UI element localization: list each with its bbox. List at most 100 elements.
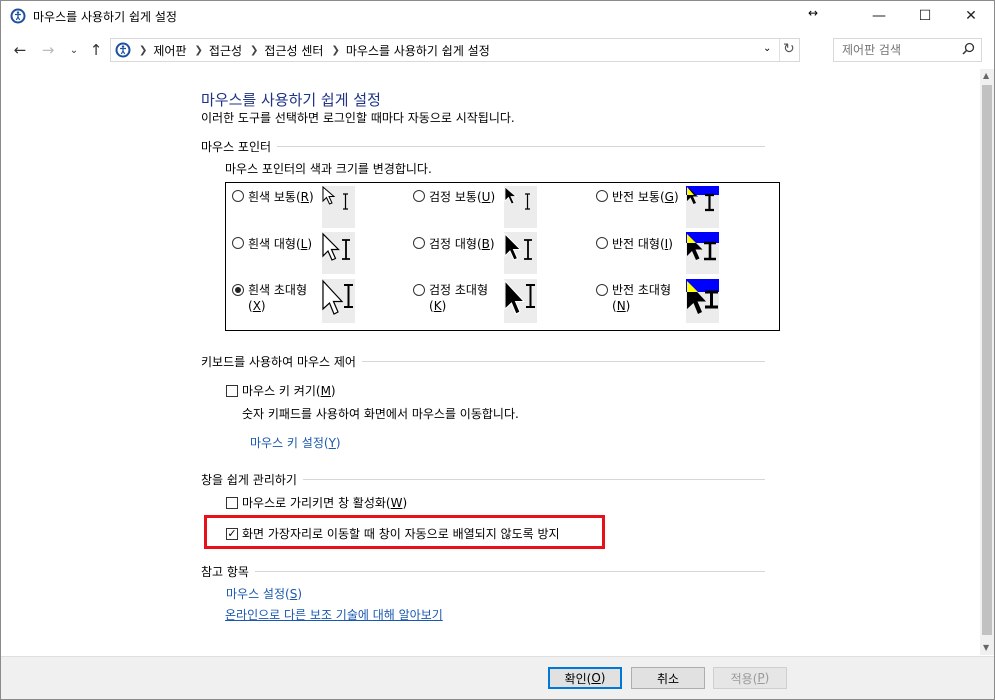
- section-divider: [302, 479, 765, 480]
- search-input[interactable]: [842, 42, 957, 58]
- checkbox-label: 마우스로 가리키면 창 활성화(W): [242, 496, 408, 510]
- radio-black-large[interactable]: 검정 대형(B): [413, 235, 495, 252]
- dialog-footer: 확인(O) 취소 적용(P): [1, 656, 994, 699]
- up-button[interactable]: ↑: [85, 39, 107, 61]
- radio-button-selected[interactable]: [232, 284, 244, 296]
- forward-button[interactable]: →: [37, 39, 59, 61]
- maximize-icon: ☐: [918, 8, 932, 24]
- checkbox[interactable]: [226, 496, 238, 509]
- radio-label: 흰색 보통(R): [248, 190, 314, 204]
- window-section-title: 창을 쉽게 관리하기: [201, 473, 297, 487]
- radio-button[interactable]: [232, 190, 244, 202]
- keyboard-section-header: 키보드를 사용하여 마우스 제어: [201, 353, 765, 370]
- white-extra-large-preview: [322, 279, 355, 323]
- scroll-down-icon[interactable]: ▼: [983, 643, 989, 652]
- inverted-regular-preview: [686, 186, 719, 228]
- radio-black-regular[interactable]: 검정 보통(U): [413, 188, 495, 205]
- keyboard-section-title: 키보드를 사용하여 마우스 제어: [201, 355, 356, 369]
- mouse-settings-link[interactable]: 마우스 설정(S): [226, 585, 302, 602]
- radio-button[interactable]: [232, 237, 244, 249]
- cancel-button[interactable]: 취소: [631, 667, 705, 689]
- black-regular-preview: [504, 186, 537, 228]
- see-also-title: 참고 항목: [201, 565, 249, 579]
- radio-label: 반전 대형(I): [612, 237, 673, 251]
- search-icon[interactable]: [962, 42, 975, 58]
- black-large-preview: [504, 232, 537, 274]
- prevent-arrange-checkbox[interactable]: ✓ 화면 가장자리로 이동할 때 창이 자동으로 배열되지 않도록 방지: [226, 525, 560, 542]
- breadcrumb-accessibility[interactable]: 접근성: [209, 42, 242, 59]
- black-extra-large-preview: [504, 279, 537, 323]
- radio-inverted-regular[interactable]: 반전 보통(G): [596, 188, 679, 205]
- radio-white-large[interactable]: 흰색 대형(L): [232, 235, 312, 252]
- address-dropdown-icon[interactable]: ⌄: [763, 43, 771, 54]
- window: 마우스를 사용하기 쉽게 설정 ↔ — ☐ ✕ ← → ⌄ ↑ ❯ 제어판 ❯ …: [0, 0, 995, 700]
- breadcrumb-current-page[interactable]: 마우스를 사용하기 쉽게 설정: [346, 42, 490, 59]
- radio-label: 검정 대형(B): [429, 237, 495, 251]
- mouse-keys-settings-link[interactable]: 마우스 키 설정(Y): [250, 434, 341, 451]
- control-panel-icon: [115, 42, 131, 58]
- scrollbar-thumb[interactable]: [982, 85, 992, 635]
- pointer-section-header: 마우스 포인터: [201, 138, 765, 155]
- breadcrumb-control-panel[interactable]: 제어판: [153, 42, 186, 59]
- scroll-up-icon[interactable]: ▲: [983, 71, 989, 80]
- arrow-left-icon: ←: [13, 41, 27, 59]
- radio-button[interactable]: [596, 284, 608, 296]
- breadcrumb-ease-of-access-center[interactable]: 접근성 센터: [264, 42, 323, 59]
- ok-button[interactable]: 확인(O): [548, 667, 622, 689]
- checkbox[interactable]: [226, 384, 238, 397]
- minimize-button[interactable]: —: [856, 1, 902, 31]
- refresh-icon[interactable]: ↻: [783, 41, 795, 57]
- see-also-section-header: 참고 항목: [201, 563, 765, 580]
- hover-activate-checkbox[interactable]: 마우스로 가리키면 창 활성화(W): [226, 494, 407, 511]
- mouse-keys-description: 숫자 키패드를 사용하여 화면에서 마우스를 이동합니다.: [242, 407, 519, 421]
- recent-locations-button[interactable]: ⌄: [63, 39, 85, 61]
- address-bar[interactable]: ❯ 제어판 ❯ 접근성 ❯ 접근성 센터 ❯ 마우스를 사용하기 쉽게 설정 ⌄…: [110, 38, 800, 62]
- minimize-icon: —: [872, 8, 886, 24]
- radio-button[interactable]: [413, 284, 425, 296]
- radio-label: 검정 초대형 (K): [429, 283, 489, 313]
- radio-inverted-extra-large[interactable]: 반전 초대형 (N): [596, 282, 671, 314]
- vertical-scrollbar[interactable]: ▲ ▼: [980, 69, 994, 655]
- white-large-preview: [322, 232, 355, 274]
- arrow-right-icon: →: [41, 41, 55, 59]
- radio-white-extra-large[interactable]: 흰색 초대형 (X): [232, 282, 307, 314]
- checkmark-icon: ✓: [227, 526, 237, 540]
- apply-button[interactable]: 적용(P): [713, 667, 787, 689]
- checkbox-label: 마우스 키 켜기(M): [242, 384, 336, 398]
- navigation-bar: ← → ⌄ ↑ ❯ 제어판 ❯ 접근성 ❯ 접근성 센터 ❯ 마우스를 사용하기…: [1, 33, 994, 67]
- pointer-section-title: 마우스 포인터: [201, 140, 272, 154]
- maximize-button[interactable]: ☐: [902, 1, 948, 31]
- radio-label: 흰색 초대형 (X): [248, 283, 308, 313]
- radio-label: 반전 초대형 (N): [612, 283, 672, 313]
- address-divider: [779, 39, 780, 61]
- radio-button[interactable]: [413, 190, 425, 202]
- section-divider: [254, 571, 765, 572]
- section-divider: [361, 361, 765, 362]
- radio-button[interactable]: [596, 237, 608, 249]
- inverted-extra-large-preview: [686, 279, 719, 323]
- mouse-keys-checkbox[interactable]: 마우스 키 켜기(M): [226, 382, 336, 399]
- radio-inverted-large[interactable]: 반전 대형(I): [596, 235, 673, 252]
- section-divider: [277, 146, 765, 147]
- radio-label: 검정 보통(U): [429, 190, 496, 204]
- back-button[interactable]: ←: [9, 39, 31, 61]
- page-title: 마우스를 사용하기 쉽게 설정: [201, 91, 381, 109]
- checkbox-checked[interactable]: ✓: [226, 526, 238, 540]
- learn-more-link[interactable]: 온라인으로 다른 보조 기술에 대해 알아보기: [225, 606, 443, 623]
- title-bar: 마우스를 사용하기 쉽게 설정 ↔ — ☐ ✕: [1, 1, 994, 31]
- pointer-description: 마우스 포인터의 색과 크기를 변경합니다.: [225, 162, 432, 176]
- radio-black-extra-large[interactable]: 검정 초대형 (K): [413, 282, 488, 314]
- chevron-down-icon: ⌄: [69, 44, 79, 56]
- search-box[interactable]: [833, 38, 982, 62]
- radio-button[interactable]: [596, 190, 608, 202]
- radio-label: 반전 보통(G): [612, 190, 679, 204]
- radio-white-regular[interactable]: 흰색 보통(R): [232, 188, 314, 205]
- window-title: 마우스를 사용하기 쉽게 설정: [33, 10, 177, 24]
- checkbox-label: 화면 가장자리로 이동할 때 창이 자동으로 배열되지 않도록 방지: [242, 527, 560, 541]
- radio-label: 흰색 대형(L): [248, 237, 313, 251]
- close-button[interactable]: ✕: [948, 1, 994, 31]
- content-pane: 마우스를 사용하기 쉽게 설정 이러한 도구를 선택하면 로그인할 때마다 자동…: [1, 69, 980, 655]
- close-icon: ✕: [965, 8, 977, 24]
- arrow-up-icon: ↑: [89, 41, 103, 59]
- radio-button[interactable]: [413, 237, 425, 249]
